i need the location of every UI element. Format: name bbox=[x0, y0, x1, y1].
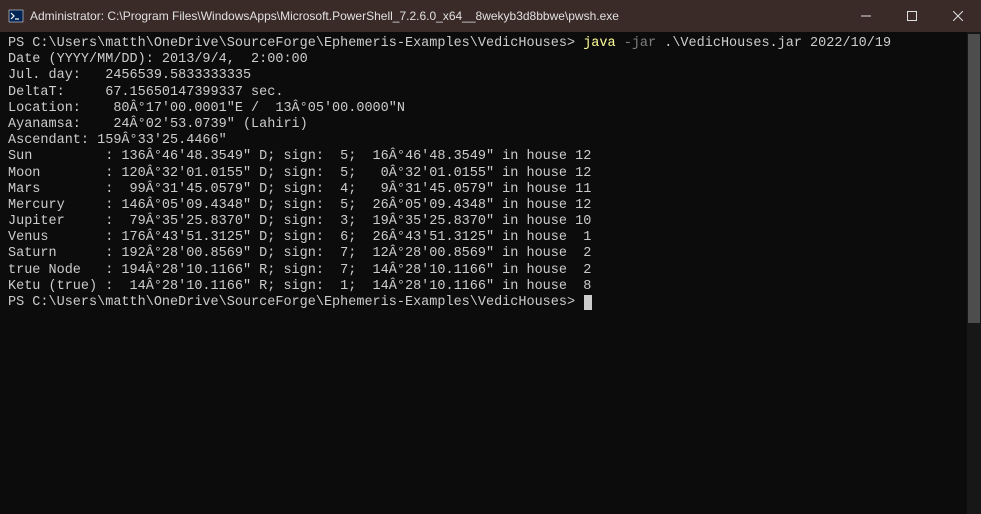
cmd-executable: java bbox=[583, 36, 615, 51]
output-line: Location: 80Â°17'00.0001"E / 13Â°05'00.0… bbox=[8, 101, 973, 117]
output-line: Jupiter : 79Â°35'25.8370" D; sign: 3; 19… bbox=[8, 214, 973, 230]
cmd-args: .\VedicHouses.jar 2022/10/19 bbox=[664, 36, 891, 51]
output-line: Ayanamsa: 24Â°02'53.0739" (Lahiri) bbox=[8, 117, 973, 133]
prompt: PS C:\Users\matth\OneDrive\SourceForge\E… bbox=[8, 295, 583, 310]
powershell-icon bbox=[8, 8, 24, 24]
maximize-button[interactable] bbox=[889, 0, 935, 32]
output-line: Ascendant: 159Â°33'25.4466" bbox=[8, 133, 973, 149]
window-title: Administrator: C:\Program Files\WindowsA… bbox=[30, 9, 843, 23]
terminal-output[interactable]: PS C:\Users\matth\OneDrive\SourceForge\E… bbox=[0, 32, 981, 514]
minimize-button[interactable] bbox=[843, 0, 889, 32]
window-controls bbox=[843, 0, 981, 32]
titlebar: Administrator: C:\Program Files\WindowsA… bbox=[0, 0, 981, 32]
command-line: PS C:\Users\matth\OneDrive\SourceForge\E… bbox=[8, 36, 973, 52]
cursor bbox=[584, 295, 592, 310]
output-line: Mercury : 146Â°05'09.4348" D; sign: 5; 2… bbox=[8, 198, 973, 214]
cmd-flag: -jar bbox=[624, 36, 656, 51]
output-line: DeltaT: 67.15650147399337 sec. bbox=[8, 85, 973, 101]
prompt-line: PS C:\Users\matth\OneDrive\SourceForge\E… bbox=[8, 295, 973, 311]
scrollbar-thumb[interactable] bbox=[968, 34, 980, 323]
output-line: Jul. day: 2456539.5833333335 bbox=[8, 68, 973, 84]
prompt: PS C:\Users\matth\OneDrive\SourceForge\E… bbox=[8, 36, 583, 51]
output-line: Moon : 120Â°32'01.0155" D; sign: 5; 0Â°3… bbox=[8, 166, 973, 182]
close-button[interactable] bbox=[935, 0, 981, 32]
terminal-window: Administrator: C:\Program Files\WindowsA… bbox=[0, 0, 981, 514]
output-line: Date (YYYY/MM/DD): 2013/9/4, 2:00:00 bbox=[8, 52, 973, 68]
output-line: Mars : 99Â°31'45.0579" D; sign: 4; 9Â°31… bbox=[8, 182, 973, 198]
output-line: true Node : 194Â°28'10.1166" R; sign: 7;… bbox=[8, 263, 973, 279]
scrollbar[interactable] bbox=[967, 32, 981, 514]
output-line: Sun : 136Â°46'48.3549" D; sign: 5; 16Â°4… bbox=[8, 149, 973, 165]
output-line: Ketu (true) : 14Â°28'10.1166" R; sign: 1… bbox=[8, 279, 973, 295]
output-line: Venus : 176Â°43'51.3125" D; sign: 6; 26Â… bbox=[8, 230, 973, 246]
output-line: Saturn : 192Â°28'00.8569" D; sign: 7; 12… bbox=[8, 246, 973, 262]
